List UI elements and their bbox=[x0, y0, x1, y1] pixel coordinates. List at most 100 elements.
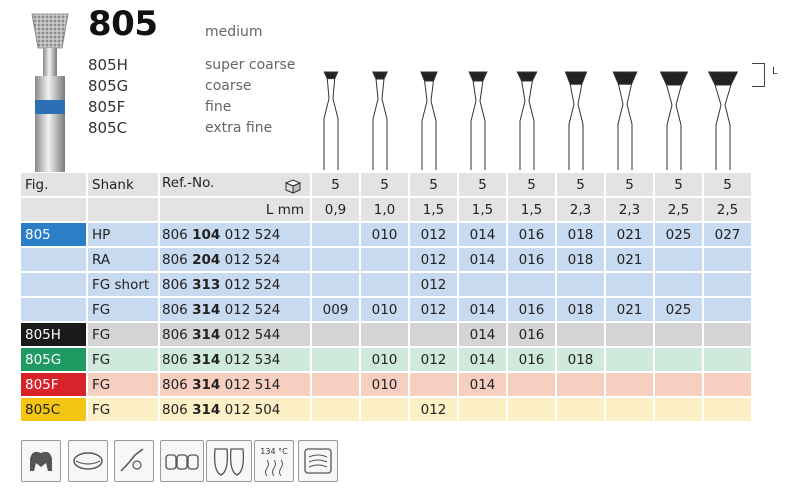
size-cell: 027 bbox=[703, 222, 753, 248]
size-cell bbox=[311, 397, 361, 423]
ref-number-cell: 806 204 012 524 bbox=[159, 247, 312, 273]
pack-qty-cell: 5 bbox=[654, 173, 704, 198]
ref-part-pre: 806 bbox=[162, 401, 188, 418]
table-row: FG short 806 313 012 524 012 bbox=[21, 272, 753, 298]
fig-cell: 805H bbox=[21, 322, 88, 348]
ref-part-post: 012 524 bbox=[224, 276, 281, 293]
pack-qty-cell: 5 bbox=[556, 173, 606, 198]
size-cell: 016 bbox=[507, 247, 557, 273]
bur-head-shape bbox=[659, 71, 689, 86]
grade-super-coarse: super coarse bbox=[205, 57, 296, 73]
ref-number-cell: 806 314 012 504 bbox=[159, 397, 312, 423]
shank-cell: FG bbox=[87, 397, 160, 423]
ref-part-pre: 806 bbox=[162, 301, 188, 318]
size-cell bbox=[556, 322, 606, 348]
ref-part-bold: 314 bbox=[192, 301, 221, 318]
size-cell: 012 bbox=[409, 247, 459, 273]
size-cell bbox=[556, 397, 606, 423]
header-ref: Ref.-No. bbox=[159, 173, 312, 198]
size-cell bbox=[654, 247, 704, 273]
fig-cell: 805C bbox=[21, 397, 88, 423]
shank-cell: FG bbox=[87, 372, 160, 398]
size-cell: 012 bbox=[409, 297, 459, 323]
pack-qty-cell: 5 bbox=[458, 173, 508, 198]
size-cell: 014 bbox=[458, 222, 508, 248]
bur-neck-outline bbox=[714, 84, 732, 170]
size-cell bbox=[360, 322, 410, 348]
table-row: RA 806 204 012 524 012 014 016 018 021 bbox=[21, 247, 753, 273]
ref-part-post: 012 524 bbox=[224, 301, 281, 318]
table-row: 805F FG 806 314 012 514 010 014 bbox=[21, 372, 753, 398]
header-shank: Shank bbox=[87, 173, 160, 198]
bur-head-shape bbox=[564, 71, 588, 85]
ref-part-post: 012 504 bbox=[224, 401, 281, 418]
size-cell: 010 bbox=[360, 222, 410, 248]
fig-cell bbox=[21, 297, 88, 323]
length-cell: 2,3 bbox=[605, 197, 655, 223]
size-cell: 016 bbox=[507, 297, 557, 323]
size-cell: 021 bbox=[605, 222, 655, 248]
table-row: 805 HP 806 104 012 524 010 012 014 016 018 021 02… bbox=[21, 222, 753, 248]
sterilization-text: 134 °C bbox=[260, 447, 288, 456]
ref-part-bold: 313 bbox=[192, 276, 221, 293]
table-row: 805C FG 806 314 012 504 012 bbox=[21, 397, 753, 423]
size-cell bbox=[703, 347, 753, 373]
size-cell bbox=[703, 272, 753, 298]
size-cell bbox=[311, 372, 361, 398]
ref-number-cell: 806 313 012 524 bbox=[159, 272, 312, 298]
shank-cell: RA bbox=[87, 247, 160, 273]
size-cell: 016 bbox=[507, 322, 557, 348]
length-marker-label: L bbox=[772, 66, 778, 77]
size-cell bbox=[556, 372, 606, 398]
pack-qty-cell: 5 bbox=[360, 173, 410, 198]
size-cell bbox=[507, 397, 557, 423]
size-cell bbox=[703, 297, 753, 323]
bur-neck-outline bbox=[323, 78, 339, 170]
size-cell: 018 bbox=[556, 347, 606, 373]
size-cell bbox=[605, 372, 655, 398]
ref-number-cell: 806 314 012 514 bbox=[159, 372, 312, 398]
fig-cell: 805F bbox=[21, 372, 88, 398]
fig-cell bbox=[21, 272, 88, 298]
size-cell bbox=[605, 322, 655, 348]
size-cell: 012 bbox=[409, 397, 459, 423]
ref-part-bold: 314 bbox=[192, 326, 221, 343]
size-cell bbox=[311, 347, 361, 373]
pack-qty-cell: 5 bbox=[507, 173, 557, 198]
size-cell bbox=[311, 272, 361, 298]
size-cell: 018 bbox=[556, 247, 606, 273]
ref-part-pre: 806 bbox=[162, 326, 188, 343]
crowns-bridge-icon bbox=[160, 440, 204, 482]
size-cell: 025 bbox=[654, 222, 704, 248]
size-cell bbox=[311, 322, 361, 348]
length-cell: 2,5 bbox=[703, 197, 753, 223]
ref-number-cell: 806 314 012 524 bbox=[159, 297, 312, 323]
bur-head-shape bbox=[468, 71, 488, 82]
ref-part-pre: 806 bbox=[162, 251, 188, 268]
bur-head-shape bbox=[707, 71, 739, 86]
size-cell bbox=[311, 247, 361, 273]
table-row: 805H FG 806 314 012 544 014 016 bbox=[21, 322, 753, 348]
size-cell: 012 bbox=[409, 272, 459, 298]
sterilization-icon: 134 °C bbox=[254, 440, 294, 482]
length-cell: 1,5 bbox=[409, 197, 459, 223]
size-cell bbox=[605, 347, 655, 373]
bur-head-shape bbox=[612, 71, 638, 85]
size-cell bbox=[458, 272, 508, 298]
grade-fine: fine bbox=[205, 99, 232, 115]
bur-head-shape bbox=[420, 71, 438, 82]
size-cell: 012 bbox=[409, 347, 459, 373]
fig-cell: 805 bbox=[21, 222, 88, 248]
size-cell bbox=[654, 397, 704, 423]
pack-qty-cell: 5 bbox=[703, 173, 753, 198]
bur-neck-outline bbox=[617, 84, 633, 170]
bur-head-shape bbox=[372, 71, 388, 80]
table-row: FG 806 314 012 524 009 010 012 014 016 018 021 02… bbox=[21, 297, 753, 323]
size-cell: 010 bbox=[360, 372, 410, 398]
ref-number-cell: 806 314 012 544 bbox=[159, 322, 312, 348]
shank-cell: HP bbox=[87, 222, 160, 248]
size-cell bbox=[605, 397, 655, 423]
shank-cell: FG bbox=[87, 322, 160, 348]
table-row: 805G FG 806 314 012 534 010 012 014 016 018 bbox=[21, 347, 753, 373]
product-table: Fig. Shank Ref.-No. 555555555 L mm 0,9 1,… bbox=[21, 173, 753, 423]
